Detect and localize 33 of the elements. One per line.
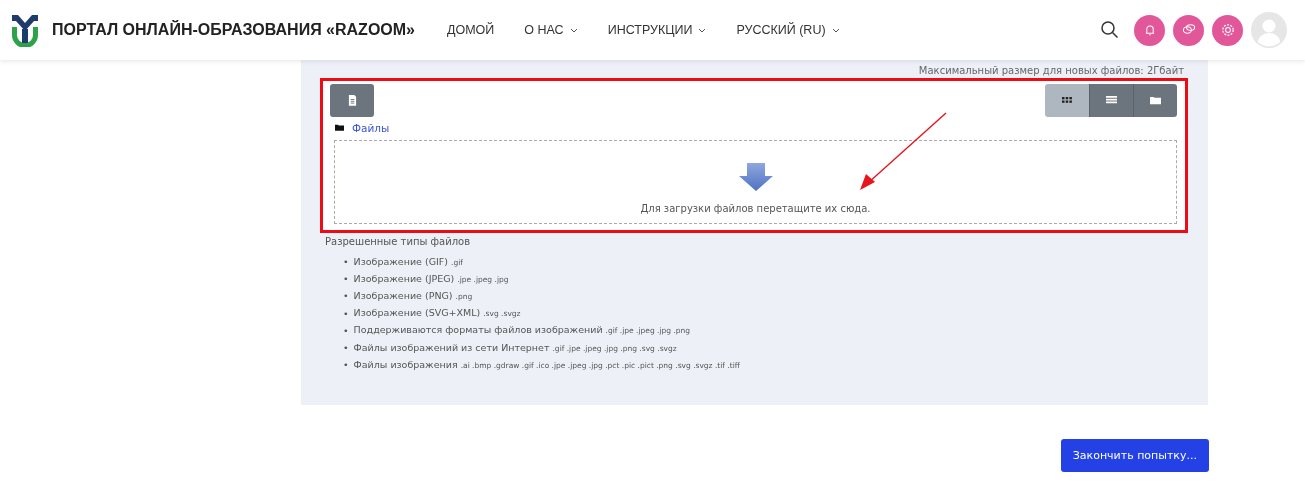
drop-zone[interactable]: Для загрузки файлов перетащите их сюда. — [334, 140, 1177, 224]
down-arrow-icon — [738, 163, 773, 191]
allowed-types-title: Разрешенные типы файлов — [325, 236, 472, 247]
settings-icon[interactable] — [1212, 14, 1243, 46]
bullet: • — [343, 306, 349, 320]
bell-icon[interactable] — [1134, 14, 1165, 46]
nav-link[interactable]: РУССКИЙ (RU) — [736, 23, 840, 37]
max-size-text: Максимальный размер для новых файлов: 2Гбайт — [917, 65, 1185, 76]
logo-icon — [10, 13, 40, 47]
folder-view-button[interactable] — [1133, 84, 1177, 117]
file-icon — [347, 95, 357, 106]
finish-attempt-button[interactable]: Закончить попытку... — [1060, 439, 1209, 472]
grid-icon — [1062, 95, 1072, 106]
nav-link[interactable]: ИНСТРУКЦИИ — [607, 23, 707, 37]
list-view-button[interactable] — [1089, 84, 1133, 117]
chat-icon[interactable] — [1173, 14, 1204, 46]
folder-icon — [335, 124, 344, 132]
drop-hint: Для загрузки файлов перетащите их сюда. — [640, 203, 871, 214]
bullet: • — [343, 255, 349, 269]
bullet: • — [343, 323, 349, 337]
site-title[interactable]: ПОРТАЛ ОНЛАЙН-ОБРАЗОВАНИЯ «RAZOOM» — [52, 21, 415, 39]
bullet: • — [343, 289, 349, 303]
files-link[interactable]: Файлы — [352, 122, 390, 134]
list-icon — [1106, 95, 1117, 106]
add-file-button[interactable] — [330, 84, 374, 117]
nav-link[interactable]: О НАС — [524, 23, 578, 37]
folder-icon — [1150, 95, 1161, 106]
grid-view-button[interactable] — [1045, 84, 1089, 117]
bullet: • — [343, 341, 349, 355]
bullet: • — [343, 358, 349, 372]
nav-link[interactable]: ДОМОЙ — [447, 23, 495, 37]
bullet: • — [343, 272, 349, 286]
search-icon[interactable] — [1100, 20, 1120, 40]
